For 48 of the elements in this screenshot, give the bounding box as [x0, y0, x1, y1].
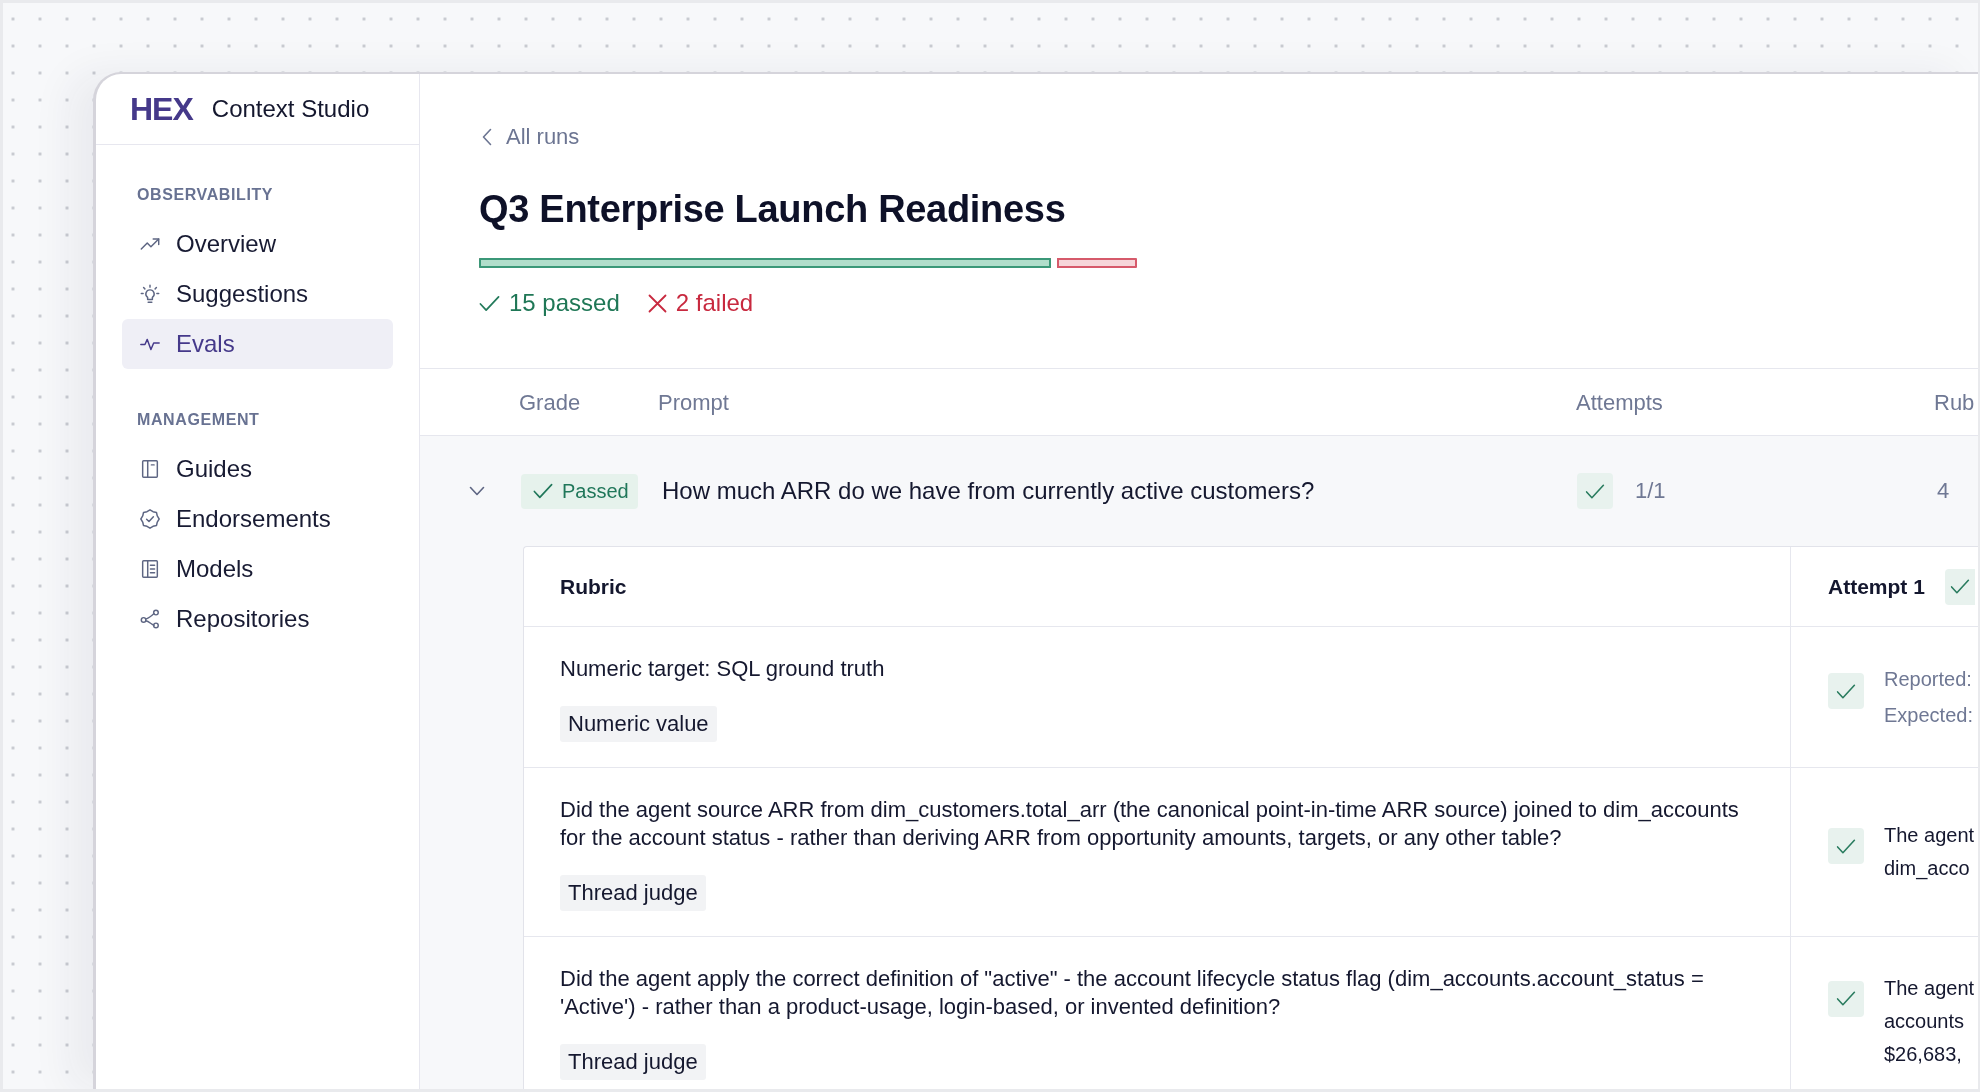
- rubric-count: 4: [1937, 478, 1950, 503]
- criterion-text: Numeric target: SQL ground truth: [560, 655, 885, 683]
- badge-check-icon: [139, 508, 161, 530]
- result-label: Expected:: [1884, 703, 1973, 728]
- sidebar-item[interactable]: Models: [122, 544, 393, 594]
- column-header: Attempt 1: [1828, 573, 1925, 600]
- criterion-text: Did the agent apply the correct definition of "active" - the account lifecycle status flag (dim_accounts.account_status = 'Active') - rather than a product-usage, login-based, or invented definition?: [560, 965, 1705, 1021]
- result-text: The agent: [1884, 975, 1975, 1001]
- sidebar-item[interactable]: Overview: [122, 219, 393, 269]
- grade-label: Passed: [562, 479, 629, 503]
- back-link[interactable]: All runs: [481, 123, 580, 151]
- sidebar-item[interactable]: Guides: [122, 444, 393, 494]
- close-icon: [647, 293, 667, 313]
- attempts-count: 1/1: [1635, 477, 1666, 505]
- result-text: $26,683,: [1884, 1041, 1962, 1067]
- sidebar-item[interactable]: Evals: [122, 319, 393, 369]
- criterion-text: Did the agent source ARR from dim_customers.total_arr (the canonical point-in-time ARR source) joined to dim_accounts for the account status - rather than deriving ARR from opportunity amounts, targets, or any other table?: [560, 796, 1740, 852]
- logo: HEX: [130, 93, 193, 125]
- sidebar-item[interactable]: Endorsements: [122, 494, 393, 544]
- failed-count: 2 failed: [675, 288, 754, 318]
- nodes-icon: [139, 608, 161, 630]
- grader-type: Thread judge: [560, 1044, 706, 1080]
- passed-count: 15 passed: [509, 288, 620, 318]
- check-icon: [479, 294, 500, 312]
- grader-type: Numeric value: [560, 706, 717, 742]
- result-text: accounts: [1884, 1008, 1965, 1034]
- sidebar-item[interactable]: Repositories: [122, 594, 393, 644]
- book-icon: [139, 458, 161, 480]
- lightbulb-icon: [139, 283, 161, 305]
- section-heading: OBSERVABILITY: [136, 185, 275, 205]
- chevron-down-icon: [469, 486, 485, 496]
- column-header: Prompt: [658, 388, 729, 417]
- grader-type: Thread judge: [560, 875, 706, 911]
- result-label: Reported:: [1884, 667, 1972, 692]
- column-header: Rub: [1934, 388, 1975, 417]
- chevron-left-icon: [481, 128, 493, 146]
- page-title: Q3 Enterprise Launch Readiness: [479, 187, 1066, 232]
- sidebar-item[interactable]: Suggestions: [122, 269, 393, 319]
- section-heading: MANAGEMENT: [136, 410, 261, 430]
- list-panel-icon: [139, 558, 161, 580]
- check-icon: [533, 483, 553, 499]
- result-text: dim_acco: [1884, 856, 1970, 882]
- prompt-text: How much ARR do we have from currently active customers?: [662, 477, 1315, 504]
- column-header: Attempts: [1576, 388, 1663, 417]
- column-header: Rubric: [560, 573, 627, 600]
- app-name: Context Studio: [211, 94, 370, 124]
- result-text: The agent: [1884, 823, 1975, 848]
- column-header: Grade: [519, 388, 581, 417]
